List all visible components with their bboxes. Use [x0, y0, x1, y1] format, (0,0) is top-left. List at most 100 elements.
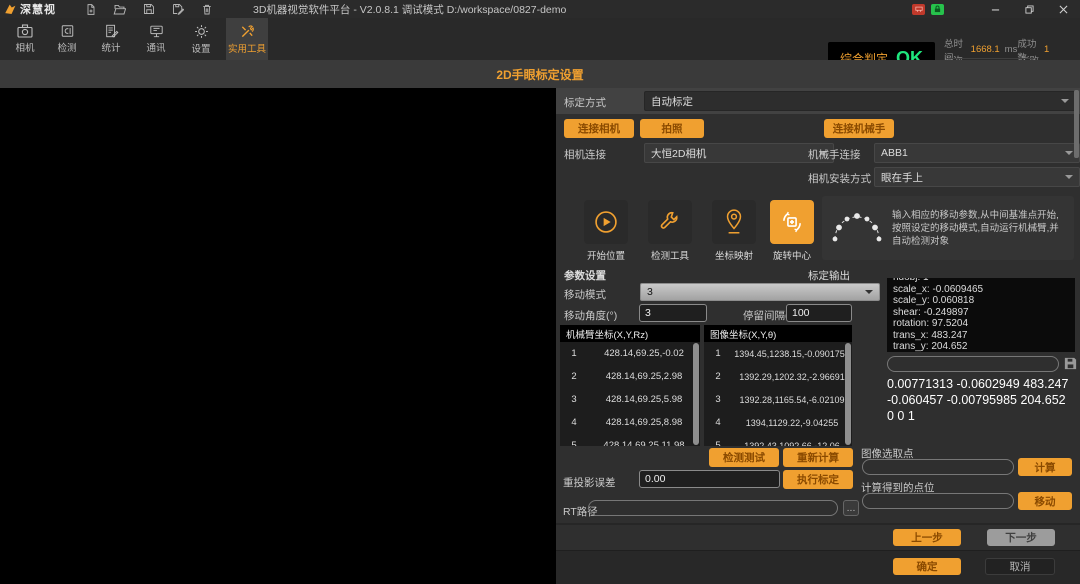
save-as-icon[interactable]: [171, 3, 184, 16]
main-toolbar: 相机 检测 统计 通讯 设置: [0, 18, 1080, 60]
step-rotation-center[interactable]: [770, 200, 814, 244]
robot-conn-select[interactable]: ABB1: [874, 143, 1080, 163]
new-file-icon[interactable]: [84, 3, 97, 16]
delete-icon[interactable]: [200, 3, 213, 16]
toolbar-item-tools[interactable]: 实用工具: [226, 18, 268, 60]
table-row[interactable]: 4 1394,1129.22,-9.04255: [704, 411, 852, 434]
table-row[interactable]: 2 428.14,69.25,2.98: [560, 365, 700, 388]
snapshot-button[interactable]: 拍照: [640, 119, 704, 138]
lock-status-green-icon: [931, 4, 944, 15]
recalculate-button[interactable]: 重新计算: [783, 448, 853, 467]
move-angle-input[interactable]: [639, 304, 707, 322]
mount-select[interactable]: 眼在手上: [874, 167, 1080, 187]
detect-icon: [60, 24, 75, 38]
matrix-line: 0.00771313 -0.0602949 483.247: [887, 376, 1077, 392]
detect-test-button[interactable]: 检测测试: [709, 448, 779, 467]
logo-icon: [4, 3, 17, 16]
chevron-down-icon: [1061, 99, 1069, 103]
image-viewport[interactable]: [0, 88, 556, 584]
step-coord-mapping[interactable]: [712, 200, 756, 244]
output-scrollbar[interactable]: [1074, 90, 1079, 158]
method-select[interactable]: 自动标定: [644, 91, 1076, 111]
step-detect-tool[interactable]: [648, 200, 692, 244]
arc-path-diagram-icon: [830, 207, 884, 249]
restore-button[interactable]: [1012, 0, 1046, 18]
table-row[interactable]: 5 1392.43,1092.66,-12.06: [704, 434, 852, 446]
image-table-header: 图像坐标(X,Y,θ): [704, 325, 852, 342]
close-button[interactable]: [1046, 0, 1080, 18]
output-line: scale_x: -0.0609465: [893, 284, 1075, 296]
table-row[interactable]: 1 428.14,69.25,-0.02: [560, 342, 700, 365]
rotate-center-icon: [778, 208, 806, 236]
toolbar-item-camera[interactable]: 相机: [4, 18, 46, 60]
connect-camera-button[interactable]: 连接相机: [564, 119, 634, 138]
toolbar-item-detect[interactable]: 检测: [46, 18, 88, 60]
output-line: scale_y: 0.060818: [893, 295, 1075, 307]
reprojection-error-input[interactable]: [639, 470, 780, 488]
previous-step-button[interactable]: 上一步: [893, 529, 961, 546]
next-step-button[interactable]: 下一步: [987, 529, 1055, 546]
rt-path-input[interactable]: [588, 500, 838, 516]
total-time-unit: ms: [1005, 44, 1018, 55]
browse-more-button[interactable]: ...: [843, 500, 859, 516]
save-icon[interactable]: [142, 3, 155, 16]
move-button[interactable]: 移动: [1018, 492, 1072, 510]
output-save-input[interactable]: [887, 356, 1059, 372]
dwell-input[interactable]: [786, 304, 852, 322]
save-output-icon[interactable]: [1063, 356, 1078, 371]
robot-table-body[interactable]: 1 428.14,69.25,-0.02 2 428.14,69.25,2.98…: [560, 342, 700, 446]
table-row[interactable]: 3 1392.28,1165.54,-6.02109: [704, 388, 852, 411]
matrix-line: -0.060457 -0.00795985 204.652: [887, 392, 1077, 408]
move-angle-label: 移动角度(°): [564, 308, 617, 323]
pin-icon: [721, 208, 747, 236]
image-coord-table: 图像坐标(X,Y,θ) 1 1394.45,1238.15,-0.0901753…: [704, 325, 852, 446]
connect-robot-button[interactable]: 连接机械手: [824, 119, 894, 138]
toolbar-item-settings[interactable]: 设置: [180, 18, 222, 60]
image-table-scrollbar[interactable]: [845, 343, 851, 445]
calibration-output-box[interactable]: ndobj: 1scale_x: -0.0609465scale_y: 0.06…: [887, 278, 1075, 352]
step-label-mapping: 坐标映射: [704, 248, 764, 262]
table-row[interactable]: 4 428.14,69.25,8.98: [560, 411, 700, 434]
table-row[interactable]: 3 428.14,69.25,5.98: [560, 388, 700, 411]
comm-icon: [149, 24, 164, 38]
titlebar: 深慧视 3D机器视觉软件平台 - V2.0.8.1 调试模式 D:/worksp…: [0, 0, 1080, 18]
step-hint-text: 输入相应的移动参数,从中间基准点开始,按照设定的移动模式,自动运行机械臂,并自动…: [892, 209, 1066, 248]
table-row[interactable]: 5 428.14,69.25,11.98: [560, 434, 700, 446]
params-section-title: 参数设置: [564, 268, 606, 283]
image-table-body[interactable]: 1 1394.45,1238.15,-0.0901753 2 1392.29,1…: [704, 342, 852, 446]
open-folder-icon[interactable]: [113, 3, 126, 16]
execute-calibration-button[interactable]: 执行标定: [783, 470, 853, 489]
transform-matrix: 0.00771313 -0.0602949 483.247-0.060457 -…: [887, 376, 1077, 424]
chevron-down-icon: [1065, 151, 1073, 155]
output-line: shear: -0.249897: [893, 307, 1075, 319]
robot-coord-table: 机械臂坐标(X,Y,Rz) 1 428.14,69.25,-0.02 2 428…: [560, 325, 700, 446]
move-mode-select[interactable]: 3: [640, 283, 880, 301]
chevron-down-icon: [865, 290, 873, 294]
step-hint-box: 输入相应的移动参数,从中间基准点开始,按照设定的移动模式,自动运行机械臂,并自动…: [822, 196, 1074, 260]
output-section-title: 标定输出: [808, 268, 850, 283]
matrix-line: 0 0 1: [887, 408, 1077, 424]
image-pick-point-input[interactable]: [862, 459, 1014, 475]
chevron-down-icon: [1065, 175, 1073, 179]
output-line: trans_y: 204.652: [893, 341, 1075, 352]
dialog-header: 2D手眼标定设置: [0, 60, 1080, 88]
table-row[interactable]: 1 1394.45,1238.15,-0.0901753: [704, 342, 852, 365]
ok-button[interactable]: 确定: [893, 558, 961, 575]
success-count-value: 1: [1044, 44, 1078, 55]
robot-table-scrollbar[interactable]: [693, 343, 699, 445]
result-point-input[interactable]: [862, 493, 1014, 509]
robot-conn-label: 机械手连接: [808, 147, 861, 162]
toolbar-item-stats[interactable]: 统计: [90, 18, 132, 60]
step-label-start: 开始位置: [576, 248, 636, 262]
camera-conn-select[interactable]: 大恒2D相机: [644, 143, 834, 163]
cancel-button[interactable]: 取消: [985, 558, 1055, 575]
separator: [556, 523, 1080, 525]
table-row[interactable]: 2 1392.29,1202.32,-2.96691: [704, 365, 852, 388]
total-time-value: 1668.1: [971, 44, 1005, 55]
step-start-position[interactable]: [584, 200, 628, 244]
toolbar-item-comm[interactable]: 通讯: [135, 18, 177, 60]
step-label-detect: 检测工具: [640, 248, 700, 262]
tools-icon: [239, 24, 255, 39]
calculate-button[interactable]: 计算: [1018, 458, 1072, 476]
minimize-button[interactable]: [978, 0, 1012, 18]
